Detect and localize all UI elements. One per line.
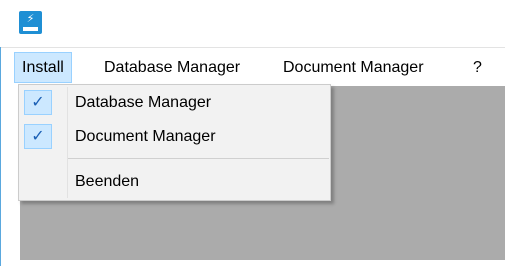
menu-install[interactable]: Install	[14, 52, 72, 83]
window-frame-edge	[0, 47, 1, 266]
menu-separator	[68, 158, 329, 159]
menu-document-manager[interactable]: Document Manager	[276, 52, 431, 83]
menu-help[interactable]: ?	[466, 52, 489, 83]
app-logo-glyph: ⚡	[26, 13, 35, 25]
app-logo-bar	[23, 27, 38, 31]
menu-bar: Install Database Manager Document Manage…	[14, 52, 505, 85]
dropdown-item-label: Beenden	[75, 173, 140, 190]
checkmark-icon: ✓	[24, 90, 52, 115]
main-window: ⚡ Install Database Manager Document Mana…	[0, 0, 505, 266]
install-dropdown-menu: ✓ Database Manager ✓ Document Manager Be…	[18, 84, 331, 201]
window-frame-bottom	[9, 260, 505, 266]
dropdown-item-label: Document Manager	[75, 128, 216, 145]
app-logo-icon[interactable]: ⚡	[19, 11, 42, 34]
dropdown-item-document-manager[interactable]: ✓ Document Manager	[19, 121, 330, 152]
dropdown-item-label: Database Manager	[75, 94, 212, 111]
menu-database-manager[interactable]: Database Manager	[97, 52, 247, 83]
title-bar: ⚡	[0, 0, 505, 48]
dropdown-item-database-manager[interactable]: ✓ Database Manager	[19, 87, 330, 118]
dropdown-item-beenden[interactable]: Beenden	[19, 166, 330, 197]
checkmark-icon: ✓	[24, 124, 52, 149]
